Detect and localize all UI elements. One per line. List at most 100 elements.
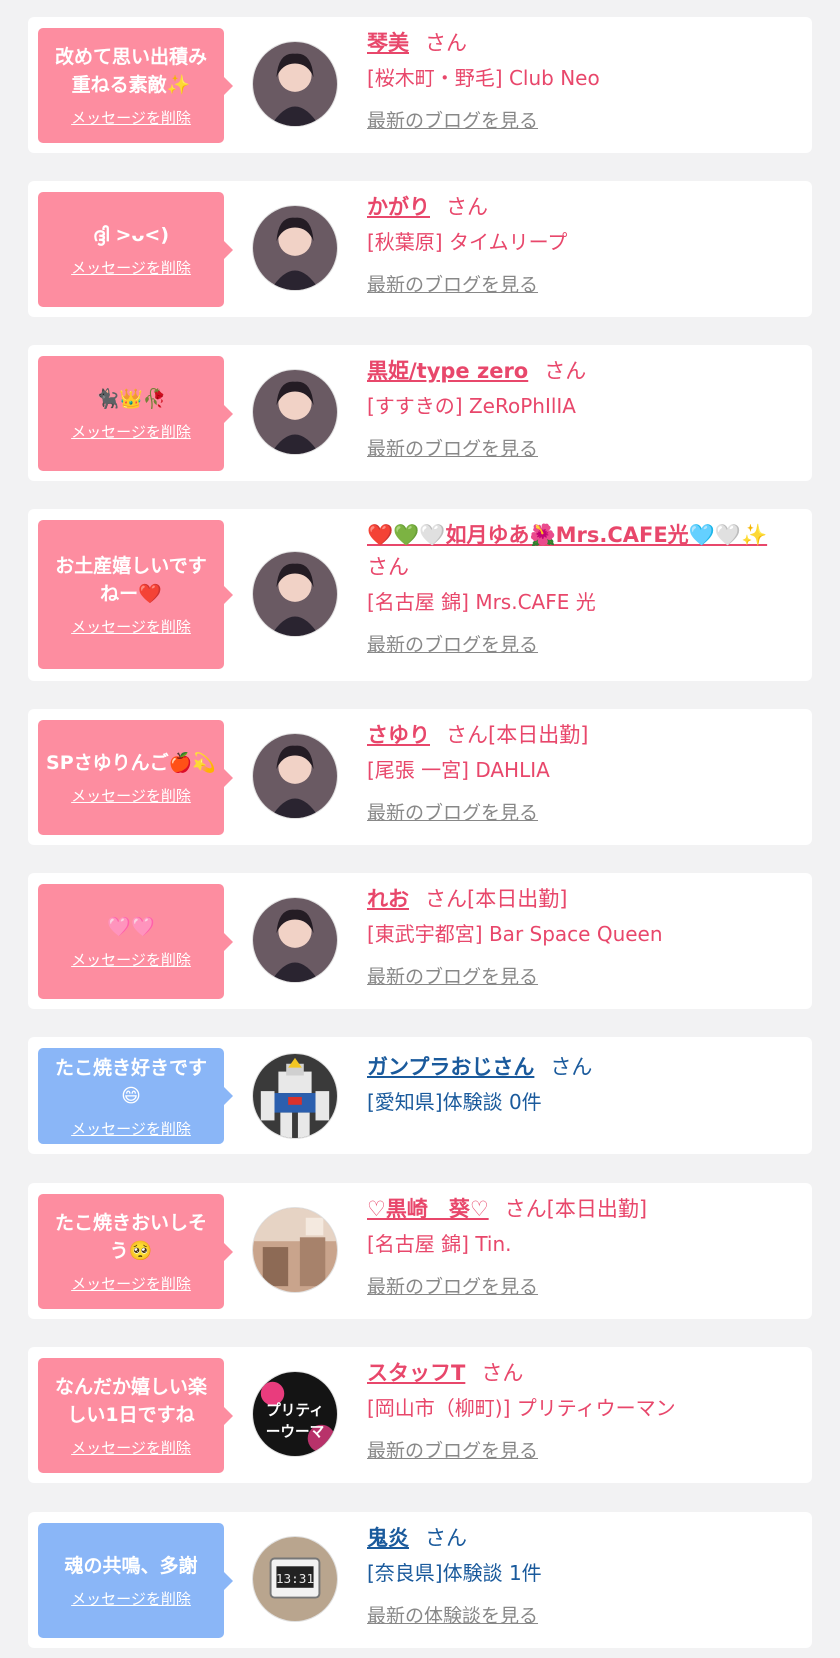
message-bubble: 魂の共鳴、多謝 メッセージを削除 — [38, 1523, 233, 1638]
profile-name-link[interactable]: れお — [367, 887, 409, 911]
svg-text:プリティ: プリティ — [266, 1402, 324, 1419]
shop-label: [桜木町・野毛] Club Neo — [367, 66, 600, 90]
shop-label: [名古屋 錦] Mrs.CAFE 光 — [367, 590, 596, 614]
logo-avatar[interactable]: プリティ ーウーマ — [252, 1371, 338, 1457]
profile-name-link[interactable]: ガンプラおじさん — [367, 1055, 534, 1079]
delete-message-link[interactable]: メッセージを削除 — [71, 421, 191, 442]
profile-info: 黒姫/type zero さん [すすきの] ZeRoPhIlIA 最新のブログを見る — [367, 355, 792, 463]
latest-post-link[interactable]: 最新のブログを見る — [367, 631, 538, 659]
honorific: さん[本日出勤] — [446, 723, 589, 747]
room-avatar[interactable] — [252, 1207, 338, 1293]
honorific: さん — [446, 195, 488, 219]
message-card: 🐈‍⬛👑🥀 メッセージを削除 黒姫/type zero さん [すすきの] ZeRoPh… — [28, 345, 812, 481]
message-bubble: たこ焼き好きです😄 メッセージを削除 — [38, 1048, 233, 1144]
delete-message-link[interactable]: メッセージを削除 — [71, 1437, 191, 1458]
profile-info: さゆり さん[本日出勤] [尾張 一宮] DAHLIA 最新のブログを見る — [367, 719, 792, 827]
name-line: ♡黒崎 葵♡ さん[本日出勤] — [367, 1193, 792, 1225]
latest-post-link[interactable]: 最新のブログを見る — [367, 1273, 538, 1301]
name-line: 鬼炎 さん — [367, 1522, 792, 1554]
message-bubble: お土産嬉しいですねー❤️ メッセージを削除 — [38, 520, 233, 669]
profile-name-link[interactable]: ❤️💚🤍如月ゆあ🌺Mrs.CAFE光🩵🤍✨ — [367, 523, 767, 547]
honorific: さん — [425, 1526, 467, 1550]
delete-message-link[interactable]: メッセージを削除 — [71, 949, 191, 970]
message-card: お土産嬉しいですねー❤️ メッセージを削除 ❤️💚🤍如月ゆあ🌺Mrs.CAFE光🩵🤍… — [28, 509, 812, 681]
delete-message-link[interactable]: メッセージを削除 — [71, 107, 191, 128]
message-card: 魂の共鳴、多謝 メッセージを削除 13:31 鬼炎 さん [奈良県]体験談 1件最新の体験… — [28, 1512, 812, 1648]
profile-name-link[interactable]: ♡黒崎 葵♡ — [367, 1197, 489, 1221]
latest-post-link[interactable]: 最新のブログを見る — [367, 435, 538, 463]
delete-message-link[interactable]: メッセージを削除 — [71, 257, 191, 278]
message-bubble: 改めて思い出積み重ねる素敵✨ メッセージを削除 — [38, 28, 233, 143]
message-card: SPさゆりんご🍎💫 メッセージを削除 さゆり さん[本日出勤] [尾張 一宮] DAHL… — [28, 709, 812, 845]
message-text: 改めて思い出積み重ねる素敵✨ — [54, 46, 207, 96]
latest-post-link[interactable]: 最新のブログを見る — [367, 1437, 538, 1465]
latest-post-link[interactable]: 最新の体験談を見る — [367, 1602, 538, 1630]
message-bubble: なんだか嬉しい楽しい1日ですね メッセージを削除 — [38, 1358, 233, 1473]
shop-label: [愛知県]体験談 0件 — [367, 1090, 542, 1114]
message-bubble: ദ്ദി >ᴗ<) メッセージを削除 — [38, 192, 233, 307]
profile-info: 琴美 さん [桜木町・野毛] Club Neo 最新のブログを見る — [367, 27, 792, 135]
robot-avatar[interactable] — [252, 1053, 338, 1139]
message-card: ദ്ദി >ᴗ<) メッセージを削除 かがり さん [秋葉原] タイムリープ最新のブログ… — [28, 181, 812, 317]
name-line: 黒姫/type zero さん — [367, 355, 792, 387]
message-text: SPさゆりんご🍎💫 — [46, 752, 216, 774]
profile-name-link[interactable]: さゆり — [367, 723, 430, 747]
delete-message-link[interactable]: メッセージを削除 — [71, 1118, 191, 1139]
profile-info: れお さん[本日出勤] [東武宇都宮] Bar Space Queen 最新のブログを… — [367, 883, 792, 991]
portrait-avatar[interactable] — [252, 369, 338, 455]
portrait-avatar[interactable] — [252, 897, 338, 983]
profile-info: 鬼炎 さん [奈良県]体験談 1件最新の体験談を見る — [367, 1522, 792, 1630]
name-line: ガンプラおじさん さん — [367, 1051, 792, 1083]
profile-name-link[interactable]: かがり — [367, 195, 430, 219]
message-bubble: たこ焼きおいしそう🥺 メッセージを削除 — [38, 1194, 233, 1309]
message-text: お土産嬉しいですねー❤️ — [55, 555, 207, 605]
latest-post-link[interactable]: 最新のブログを見る — [367, 799, 538, 827]
latest-post-link[interactable]: 最新のブログを見る — [367, 271, 538, 299]
profile-info: ❤️💚🤍如月ゆあ🌺Mrs.CAFE光🩵🤍✨ さん [名古屋 錦] Mrs.CAFE … — [367, 519, 792, 659]
portrait-avatar[interactable] — [252, 551, 338, 637]
portrait-avatar[interactable] — [252, 733, 338, 819]
delete-message-link[interactable]: メッセージを削除 — [71, 1588, 191, 1609]
delete-message-link[interactable]: メッセージを削除 — [71, 616, 191, 637]
message-card: 🩷🩷 メッセージを削除 れお さん[本日出勤] [東武宇都宮] Bar Space Qu… — [28, 873, 812, 1009]
profile-info: ♡黒崎 葵♡ さん[本日出勤] [名古屋 錦] Tin. 最新のブログを見る — [367, 1193, 792, 1301]
honorific: さん — [481, 1361, 524, 1385]
shop-label: [奈良県]体験談 1件 — [367, 1561, 542, 1585]
profile-name-link[interactable]: 黒姫/type zero — [367, 359, 528, 383]
shop-label: [秋葉原] タイムリープ — [367, 230, 568, 254]
honorific: さん — [425, 31, 467, 55]
portrait-avatar[interactable] — [252, 205, 338, 291]
shop-label: [岡山市（柳町)] プリティウーマン — [367, 1396, 676, 1420]
message-card: 改めて思い出積み重ねる素敵✨ メッセージを削除 琴美 さん [桜木町・野毛] Club … — [28, 17, 812, 153]
delete-message-link[interactable]: メッセージを削除 — [71, 785, 191, 806]
message-text: たこ焼きおいしそう🥺 — [54, 1212, 207, 1262]
message-bubble: 🐈‍⬛👑🥀 メッセージを削除 — [38, 356, 233, 471]
message-card: なんだか嬉しい楽しい1日ですね メッセージを削除 プリティ ーウーマ スタッフT さん [岡… — [28, 1347, 812, 1483]
profile-name-link[interactable]: 琴美 — [367, 31, 409, 55]
latest-post-link[interactable]: 最新のブログを見る — [367, 107, 538, 135]
message-card: たこ焼き好きです😄 メッセージを削除 ガンプラおじさん さん [愛知県]体験談 0件 — [28, 1037, 812, 1154]
portrait-avatar[interactable] — [252, 41, 338, 127]
honorific: さん — [550, 1055, 593, 1079]
name-line: 琴美 さん — [367, 27, 792, 59]
delete-message-link[interactable]: メッセージを削除 — [71, 1273, 191, 1294]
message-text: ദ്ദി >ᴗ<) — [92, 224, 170, 246]
message-text: 🩷🩷 — [107, 916, 155, 938]
message-bubble: 🩷🩷 メッセージを削除 — [38, 884, 233, 999]
shop-label: [尾張 一宮] DAHLIA — [367, 758, 550, 782]
svg-text:13:31: 13:31 — [276, 1571, 314, 1586]
honorific: さん — [367, 555, 409, 579]
profile-name-link[interactable]: 鬼炎 — [367, 1526, 409, 1550]
name-line: さゆり さん[本日出勤] — [367, 719, 792, 751]
name-line: ❤️💚🤍如月ゆあ🌺Mrs.CAFE光🩵🤍✨ さん — [367, 519, 792, 583]
honorific: さん — [544, 359, 587, 383]
name-line: かがり さん — [367, 191, 792, 223]
clock-avatar[interactable]: 13:31 — [252, 1536, 338, 1622]
honorific: さん[本日出勤] — [425, 887, 568, 911]
latest-post-link[interactable]: 最新のブログを見る — [367, 963, 538, 991]
profile-info: ガンプラおじさん さん [愛知県]体験談 0件 — [367, 1051, 792, 1117]
profile-name-link[interactable]: スタッフT — [367, 1361, 465, 1385]
message-bubble: SPさゆりんご🍎💫 メッセージを削除 — [38, 720, 233, 835]
name-line: スタッフT さん — [367, 1357, 792, 1389]
profile-info: スタッフT さん [岡山市（柳町)] プリティウーマン最新のブログを見る — [367, 1357, 792, 1465]
